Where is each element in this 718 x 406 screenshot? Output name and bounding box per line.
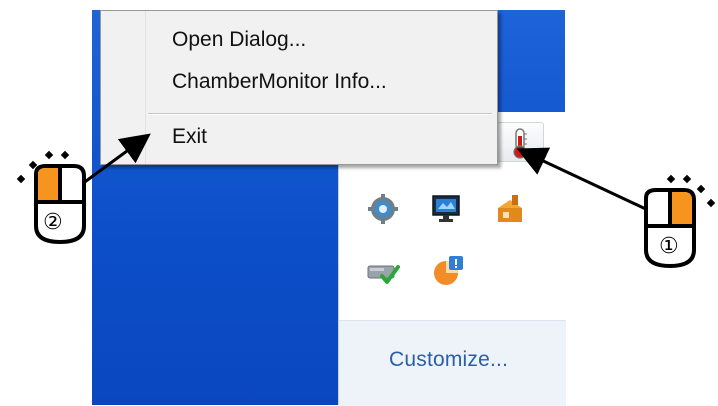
callout-arrows [81,133,651,213]
step-1-label: ① [659,234,679,259]
step-2-label: ② [43,210,63,235]
